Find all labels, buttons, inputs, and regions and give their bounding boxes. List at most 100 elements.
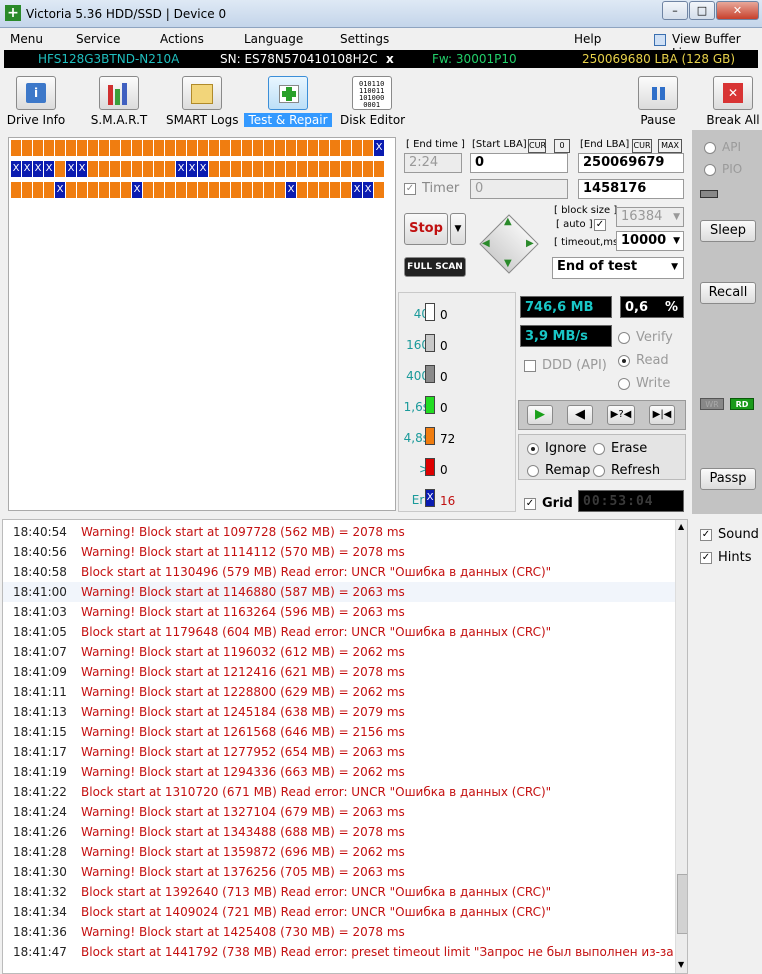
sleep-button[interactable]: Sleep xyxy=(700,220,756,242)
stop-button[interactable]: Stop xyxy=(404,213,448,245)
rewind-icon[interactable]: ◀ xyxy=(567,405,593,425)
log-entry[interactable]: 18:41:15 Warning! Block start at 1261568 … xyxy=(3,722,675,742)
menu-item-language[interactable]: Language xyxy=(244,32,303,46)
nav-down-icon[interactable]: ▼ xyxy=(504,258,512,269)
map-block-slow xyxy=(253,161,263,177)
log-entry[interactable]: 18:40:58 Block start at 1130496 (579 MB) … xyxy=(3,562,675,582)
menu-item-help[interactable]: Help xyxy=(574,32,601,46)
log-entry[interactable]: 18:41:32 Block start at 1392640 (713 MB) … xyxy=(3,882,675,902)
log-entry[interactable]: 18:41:30 Warning! Block start at 1376256 … xyxy=(3,862,675,882)
erase-radio[interactable]: Erase xyxy=(593,441,647,456)
log-entry[interactable]: 18:41:34 Block start at 1409024 (721 MB) … xyxy=(3,902,675,922)
log-entry[interactable]: 18:41:19 Warning! Block start at 1294336 … xyxy=(3,762,675,782)
nav-left-icon[interactable]: ◀ xyxy=(482,238,490,249)
log-entry[interactable]: 18:41:00 Warning! Block start at 1146880 … xyxy=(3,582,675,602)
map-block-slow xyxy=(319,182,329,198)
map-block-slow xyxy=(99,182,109,198)
map-block-error: X xyxy=(286,182,296,198)
break-all-button[interactable]: ✕ Break All xyxy=(706,76,760,127)
map-block-slow xyxy=(374,182,384,198)
log-scrollbar[interactable]: ▲ ▼ xyxy=(675,520,687,973)
log-message: Warning! Block start at 1163264 (596 MB)… xyxy=(81,605,405,619)
log-entry[interactable]: 18:40:56 Warning! Block start at 1114112 … xyxy=(3,542,675,562)
api-radio[interactable]: API xyxy=(704,140,741,154)
remap-radio[interactable]: Remap xyxy=(527,463,590,478)
end-lba-field[interactable]: 250069679 xyxy=(578,153,684,173)
end-cur-button[interactable]: CUR xyxy=(632,139,652,153)
sound-checkbox[interactable]: ✓ Sound xyxy=(700,527,759,542)
log-message: Warning! Block start at 1212416 (621 MB)… xyxy=(81,665,405,679)
block-size-field[interactable]: 16384 ▼ xyxy=(616,207,684,227)
timer-checkbox[interactable]: ✓ Timer xyxy=(404,181,459,196)
grid-checkbox[interactable]: ✓ Grid xyxy=(524,496,573,511)
read-radio[interactable]: Read xyxy=(618,353,669,368)
smart-button[interactable]: S.M.A.R.T xyxy=(86,76,152,127)
map-block-error: X xyxy=(352,182,362,198)
map-block-slow xyxy=(231,140,241,156)
menu-item-service[interactable]: Service xyxy=(76,32,120,46)
legend-row: >0 xyxy=(399,458,517,478)
ddd-api-checkbox[interactable]: DDD (API) xyxy=(524,358,607,373)
pio-radio[interactable]: PIO xyxy=(704,162,742,176)
log-entry[interactable]: 18:41:17 Warning! Block start at 1277952 … xyxy=(3,742,675,762)
menu-item-settings[interactable]: Settings xyxy=(340,32,389,46)
test-repair-button[interactable]: Test & Repair xyxy=(244,76,332,127)
close-button[interactable]: ✕ xyxy=(716,1,759,20)
play-icon[interactable]: ▶ xyxy=(527,405,553,425)
scroll-up-icon[interactable]: ▲ xyxy=(678,522,684,531)
scroll-down-icon[interactable]: ▼ xyxy=(678,960,684,969)
timeout-field[interactable]: 10000 ▼ xyxy=(616,231,684,251)
start-zero-button[interactable]: 0 xyxy=(554,139,570,153)
log-entry[interactable]: 18:41:26 Warning! Block start at 1343488 … xyxy=(3,822,675,842)
pause-button[interactable]: Pause xyxy=(636,76,680,127)
log-scrollbar-thumb[interactable] xyxy=(677,874,687,934)
map-block-slow xyxy=(154,140,164,156)
scan-unknown-icon[interactable]: ▶?◀ xyxy=(607,405,635,425)
log-entry[interactable]: 18:41:03 Warning! Block start at 1163264 … xyxy=(3,602,675,622)
event-log[interactable]: 18:41:47 Block start at 1441792 (738 MB) … xyxy=(2,519,688,974)
timer-field[interactable]: 0 xyxy=(470,179,568,199)
full-scan-button[interactable]: FULL SCAN xyxy=(404,257,466,277)
log-entry[interactable]: 18:41:47 Block start at 1441792 (738 MB) … xyxy=(3,942,687,962)
log-entry[interactable]: 18:41:13 Warning! Block start at 1245184 … xyxy=(3,702,675,722)
nav-up-icon[interactable]: ▲ xyxy=(504,216,512,227)
log-entry[interactable]: 18:41:36 Warning! Block start at 1425408 … xyxy=(3,922,675,942)
map-block-slow xyxy=(132,161,142,177)
map-block-slow xyxy=(55,161,65,177)
write-radio[interactable]: Write xyxy=(618,376,670,391)
disk-editor-button[interactable]: 010110 110011 101000 0001 Disk Editor xyxy=(340,76,405,127)
stop-dropdown[interactable]: ▼ xyxy=(450,213,466,245)
verify-radio[interactable]: Verify xyxy=(618,330,673,345)
ignore-radio[interactable]: Ignore xyxy=(527,441,586,456)
recall-button[interactable]: Recall xyxy=(700,282,756,304)
end-of-test-select[interactable]: End of test ▼ xyxy=(552,257,684,279)
passp-button[interactable]: Passp xyxy=(700,468,756,490)
smart-logs-button[interactable]: SMART Logs xyxy=(166,76,238,127)
log-entry[interactable]: 18:41:24 Warning! Block start at 1327104 … xyxy=(3,802,675,822)
legend-swatch xyxy=(425,396,435,414)
minimize-button[interactable]: – xyxy=(662,1,688,20)
nav-right-icon[interactable]: ▶ xyxy=(526,238,534,249)
map-block-slow xyxy=(143,161,153,177)
log-entry[interactable]: 18:41:09 Warning! Block start at 1212416 … xyxy=(3,662,675,682)
log-entry[interactable]: 18:41:22 Block start at 1310720 (671 MB) … xyxy=(3,782,675,802)
hints-checkbox[interactable]: ✓ Hints xyxy=(700,550,752,565)
log-entry[interactable]: 18:40:54 Warning! Block start at 1097728 … xyxy=(3,522,675,542)
start-lba-field[interactable]: 0 xyxy=(470,153,568,173)
start-cur-button[interactable]: CUR xyxy=(528,139,546,153)
menu-item-menu[interactable]: Menu xyxy=(10,32,43,46)
log-entry[interactable]: 18:41:05 Block start at 1179648 (604 MB) … xyxy=(3,622,675,642)
current-lba-field: 1458176 xyxy=(578,179,684,199)
refresh-radio[interactable]: Refresh xyxy=(593,463,660,478)
log-entry[interactable]: 18:41:11 Warning! Block start at 1228800 … xyxy=(3,682,675,702)
end-max-button[interactable]: MAX xyxy=(658,139,682,153)
menu-item-actions[interactable]: Actions xyxy=(160,32,204,46)
log-entry[interactable]: 18:41:07 Warning! Block start at 1196032 … xyxy=(3,642,675,662)
skip-end-icon[interactable]: ▶|◀ xyxy=(649,405,675,425)
navigation-pad[interactable]: ▲ ▼ ◀ ▶ xyxy=(478,213,540,275)
end-time-field[interactable]: 2:24 xyxy=(404,153,462,173)
drive-info-button[interactable]: i Drive Info xyxy=(6,76,66,127)
log-entry[interactable]: 18:41:28 Warning! Block start at 1359872 … xyxy=(3,842,675,862)
maximize-button[interactable]: □ xyxy=(689,1,715,20)
map-block-slow xyxy=(242,140,252,156)
